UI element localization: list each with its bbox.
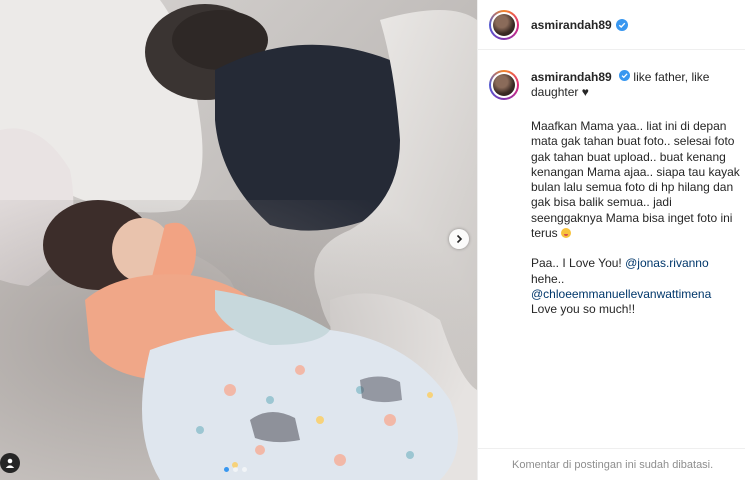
carousel-indicator [224,467,247,472]
caption-paragraph: Maafkan Mama yaa.. liat ini di depan mat… [531,119,741,241]
photo-illustration [0,0,477,480]
verified-badge-icon [619,70,631,81]
post-sidebar: asmirandah89 asmirandah89 like father, l… [477,0,745,480]
comments-disabled-notice: Komentar di postingan ini sudah dibatasi… [478,448,745,480]
caption-paragraph-2-prefix: Paa.. I Love You! [531,256,622,271]
caption-headline: asmirandah89 like father, like daughter … [531,70,734,100]
header-username[interactable]: asmirandah89 [531,18,612,32]
carousel-dot [242,467,247,472]
chevron-right-icon [456,234,463,244]
carousel-next-button[interactable] [449,229,469,249]
grinning-emoji-icon [561,228,572,239]
caption-paragraph: Paa.. I Love You! @jonas.rivanno hehe.. … [531,256,741,317]
mention-link[interactable]: @jonas.rivanno [625,256,709,270]
post-photo[interactable] [0,0,477,480]
avatar[interactable] [489,9,519,40]
carousel-dot [233,467,238,472]
heart-symbol: ♥ [581,85,589,99]
carousel-dot [224,467,229,472]
caption-paragraph-2-suffix: Love you so much!! [531,302,636,317]
comments-disabled-text: Komentar di postingan ini sudah dibatasi… [512,458,714,471]
mention-link[interactable]: @chloeemmanuellevanwattimena [531,287,711,301]
caption-body: Maafkan Mama yaa.. liat ini di depan mat… [531,119,741,318]
caption-header: asmirandah89 like father, like daughter … [478,50,745,100]
user-tag-icon [5,458,15,468]
post-header: asmirandah89 [478,0,745,50]
caption-paragraph-2-mid: hehe.. [531,271,565,286]
avatar[interactable] [489,70,519,100]
caption-paragraph-1: Maafkan Mama yaa.. liat ini di depan mat… [531,119,740,241]
caption-username[interactable]: asmirandah89 [531,70,612,84]
verified-badge-icon [615,18,628,31]
tagged-users-button[interactable] [0,453,20,473]
